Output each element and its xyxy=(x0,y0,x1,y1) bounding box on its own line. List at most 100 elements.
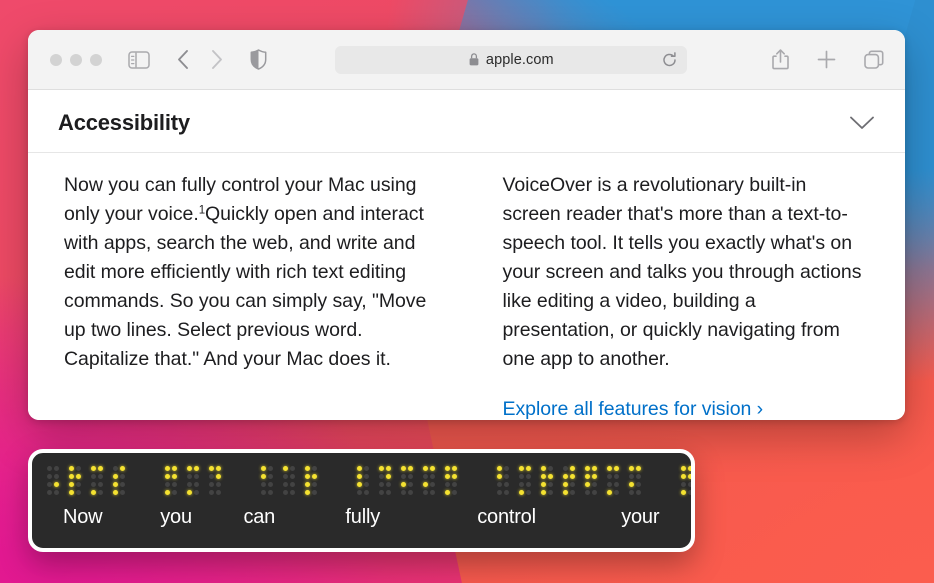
column-voice-control: Now you can fully control your Mac using… xyxy=(64,171,431,420)
chevron-down-icon[interactable] xyxy=(849,115,875,131)
braille-dot xyxy=(386,465,391,471)
braille-dot xyxy=(592,465,597,471)
minimize-button[interactable] xyxy=(70,53,82,66)
braille-dot xyxy=(113,465,118,471)
close-button[interactable] xyxy=(50,53,62,66)
braille-dot xyxy=(379,473,384,479)
braille-display-panel: Now you can fully control your xyxy=(28,449,695,552)
braille-dot xyxy=(563,465,568,471)
braille-cell xyxy=(260,464,274,496)
tabs-icon[interactable] xyxy=(864,50,885,70)
sidebar-toggle-icon[interactable] xyxy=(128,50,150,69)
braille-dot xyxy=(69,473,74,479)
address-bar[interactable]: apple.com xyxy=(335,45,688,74)
braille-dot xyxy=(401,481,406,487)
braille-dot xyxy=(187,473,192,479)
braille-dot xyxy=(504,489,509,495)
braille-dot xyxy=(585,489,590,495)
braille-dot xyxy=(290,465,295,471)
braille-cell xyxy=(584,464,598,496)
braille-dot xyxy=(570,473,575,479)
voice-control-text-part2: Quickly open and interact with apps, sea… xyxy=(64,203,427,370)
braille-dot xyxy=(364,481,369,487)
braille-dot xyxy=(209,465,214,471)
braille-dot xyxy=(452,481,457,487)
braille-dot xyxy=(76,473,81,479)
braille-word-label: fully xyxy=(345,506,380,528)
braille-dot xyxy=(172,489,177,495)
braille-dot xyxy=(629,465,634,471)
reload-icon[interactable] xyxy=(662,51,677,68)
explore-vision-features-link[interactable]: Explore all features for vision › xyxy=(503,395,764,420)
toolbar-right-group xyxy=(772,49,885,70)
braille-dot xyxy=(445,481,450,487)
braille-dot xyxy=(76,465,81,471)
braille-dot xyxy=(423,465,428,471)
braille-dot xyxy=(165,465,170,471)
braille-word-cells xyxy=(496,464,642,496)
voice-control-paragraph: Now you can fully control your Mac using… xyxy=(64,171,431,374)
braille-dot xyxy=(452,489,457,495)
braille-dot xyxy=(76,489,81,495)
braille-word-cells xyxy=(356,464,458,496)
braille-dot xyxy=(172,481,177,487)
braille-dot xyxy=(629,489,634,495)
maximize-button[interactable] xyxy=(90,53,102,66)
braille-dot xyxy=(187,465,192,471)
braille-dot xyxy=(614,473,619,479)
braille-dot xyxy=(548,481,553,487)
braille-dot xyxy=(607,489,612,495)
braille-dot xyxy=(497,481,502,487)
braille-dot xyxy=(120,489,125,495)
braille-dot xyxy=(216,473,221,479)
shield-icon[interactable] xyxy=(250,49,267,70)
braille-cell xyxy=(562,464,576,496)
chevron-left-icon[interactable] xyxy=(176,49,190,70)
braille-dot xyxy=(614,481,619,487)
braille-dot xyxy=(452,473,457,479)
braille-dot xyxy=(519,465,524,471)
braille-dot xyxy=(504,465,509,471)
braille-dot xyxy=(209,473,214,479)
braille-dot xyxy=(401,489,406,495)
braille-dot xyxy=(401,473,406,479)
braille-dot xyxy=(386,489,391,495)
braille-dot xyxy=(541,489,546,495)
plus-icon[interactable] xyxy=(817,50,836,69)
braille-dot xyxy=(209,481,214,487)
braille-dot xyxy=(408,489,413,495)
braille-dot xyxy=(563,473,568,479)
braille-dot xyxy=(312,481,317,487)
braille-dot xyxy=(283,465,288,471)
braille-dot xyxy=(268,489,273,495)
braille-word-cells xyxy=(260,464,318,496)
window-controls xyxy=(50,53,102,66)
braille-dot xyxy=(312,465,317,471)
braille-dot xyxy=(268,481,273,487)
braille-dot xyxy=(165,481,170,487)
braille-dot xyxy=(261,473,266,479)
braille-dot xyxy=(379,489,384,495)
braille-dot xyxy=(98,481,103,487)
braille-cell xyxy=(540,464,554,496)
braille-dot xyxy=(445,473,450,479)
braille-dot xyxy=(526,489,531,495)
braille-cell xyxy=(186,464,200,496)
braille-dot xyxy=(636,481,641,487)
braille-dot xyxy=(54,489,59,495)
braille-dot xyxy=(541,481,546,487)
braille-dot xyxy=(290,489,295,495)
braille-word-label: can xyxy=(243,506,276,528)
braille-dot xyxy=(408,481,413,487)
braille-dot xyxy=(69,481,74,487)
braille-dot xyxy=(216,465,221,471)
braille-dot xyxy=(504,473,509,479)
share-icon[interactable] xyxy=(772,49,789,70)
braille-cell xyxy=(628,464,642,496)
braille-dot xyxy=(283,481,288,487)
braille-cell xyxy=(496,464,510,496)
chevron-right-icon[interactable] xyxy=(210,49,224,70)
braille-dot xyxy=(290,473,295,479)
braille-dot xyxy=(585,465,590,471)
braille-word-label: Now xyxy=(63,506,103,528)
